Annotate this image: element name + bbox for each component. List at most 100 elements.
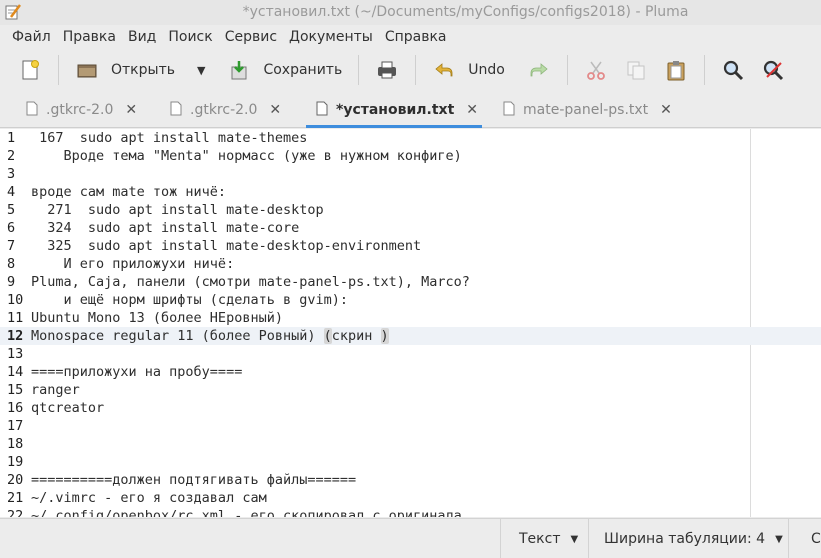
- line-number: 5: [7, 202, 16, 218]
- close-tab-icon[interactable]: ✕: [269, 102, 281, 118]
- cursor-position-label: С: [811, 531, 821, 547]
- close-tab-icon[interactable]: ✕: [125, 102, 137, 118]
- copy-icon: [624, 58, 648, 82]
- tab-gtkrc-2[interactable]: .gtkrc-2.0 ✕: [170, 92, 281, 128]
- tab-label: .gtkrc-2.0: [190, 102, 258, 118]
- line-text: qtcreator: [31, 400, 105, 416]
- menu-tools[interactable]: Сервис: [219, 25, 283, 49]
- editor-line: 3: [0, 165, 821, 183]
- new-document-button[interactable]: [10, 52, 50, 88]
- tab-mate-panel-ps[interactable]: mate-panel-ps.txt ✕: [503, 92, 672, 128]
- editor-line: 20 ==========должен подтягивать файлы====…: [0, 471, 821, 489]
- editor-line: 10 и ещё норм шрифты (сделать в gvim):: [0, 291, 821, 309]
- toolbar-separator: [58, 55, 59, 85]
- chevron-down-icon: ▼: [196, 63, 206, 77]
- open-button[interactable]: Открыть: [67, 52, 183, 88]
- editor-line: 21 ~/.vimrc - его я создавал сам: [0, 489, 821, 507]
- tab-label: mate-panel-ps.txt: [523, 102, 649, 118]
- redo-button[interactable]: [519, 52, 559, 88]
- title-bar[interactable]: *установил.txt (~/Documents/myConfigs/co…: [0, 0, 821, 25]
- active-tab-indicator: [306, 125, 482, 128]
- menu-help[interactable]: Справка: [379, 25, 453, 49]
- chevron-down-icon: ▼: [570, 533, 579, 545]
- menu-bar: Файл Правка Вид Поиск Сервис Документы С…: [0, 25, 821, 49]
- document-icon: [170, 101, 182, 120]
- line-number: 11: [7, 310, 24, 326]
- replace-button[interactable]: [753, 52, 793, 88]
- save-label: Сохранить: [263, 62, 343, 78]
- tab-width-label: Ширина табуляции: 4: [604, 531, 766, 547]
- cut-button[interactable]: [576, 52, 616, 88]
- line-text: и ещё норм шрифты (сделать в gvim):: [31, 292, 348, 308]
- editor-line: 6 324 sudo apt install mate-core: [0, 219, 821, 237]
- document-icon: [316, 101, 328, 120]
- editor-line: 8 И его приложухи ничё:: [0, 255, 821, 273]
- menu-edit[interactable]: Правка: [57, 25, 122, 49]
- line-text: вроде сам mate тож ничё:: [31, 184, 227, 200]
- text-editor[interactable]: 1 167 sudo apt install mate-themes 2 Вро…: [0, 129, 821, 517]
- toolbar-separator: [415, 55, 417, 85]
- paste-button[interactable]: [656, 52, 696, 88]
- open-recent-dropdown[interactable]: ▼: [183, 52, 219, 88]
- line-number: 2: [7, 148, 16, 164]
- line-number: 13: [7, 346, 24, 362]
- copy-button[interactable]: [616, 52, 656, 88]
- line-number: 10: [7, 292, 24, 308]
- tab-label: .gtkrc-2.0: [46, 102, 114, 118]
- status-bar: Текст ▼ Ширина табуляции: 4 ▼ С: [0, 518, 821, 558]
- find-button[interactable]: [713, 52, 753, 88]
- line-number: 12: [7, 328, 24, 344]
- line-text: Pluma, Caja, панели (смотри mate-panel-p…: [31, 274, 470, 290]
- line-text: ====приложухи на пробу====: [31, 364, 243, 380]
- editor-line: 9 Pluma, Caja, панели (смотри mate-panel-…: [0, 273, 821, 291]
- matched-bracket-close: ): [380, 328, 389, 344]
- close-tab-icon[interactable]: ✕: [660, 102, 672, 118]
- toolbar: Открыть ▼ Сохранить Undo: [0, 49, 821, 91]
- syntax-mode-dropdown[interactable]: Текст ▼: [500, 519, 588, 558]
- editor-current-line: 12 Monospace regular 11 (более Ровный) (с…: [0, 327, 821, 345]
- open-folder-icon: [75, 58, 99, 82]
- line-text-main: Monospace regular 11 (более Ровный): [31, 328, 324, 344]
- line-number: 15: [7, 382, 24, 398]
- tab-ustanovil[interactable]: *установил.txt ✕: [306, 92, 482, 128]
- menu-view[interactable]: Вид: [122, 25, 162, 49]
- editor-line: 15 ranger: [0, 381, 821, 399]
- scissors-icon: [584, 58, 608, 82]
- line-text-after-bracket: скрин: [331, 328, 381, 344]
- menu-documents[interactable]: Документы: [283, 25, 379, 49]
- tab-width-dropdown[interactable]: Ширина табуляции: 4 ▼: [588, 519, 788, 558]
- document-tabs: .gtkrc-2.0 ✕ .gtkrc-2.0 ✕ *установил.txt…: [0, 92, 821, 128]
- line-number: 22: [7, 508, 24, 517]
- chevron-down-icon: ▼: [775, 533, 783, 545]
- tab-gtkrc-1[interactable]: .gtkrc-2.0 ✕: [26, 92, 137, 128]
- line-text: 325 sudo apt install mate-desktop-enviro…: [31, 238, 422, 254]
- save-button[interactable]: Сохранить: [219, 52, 350, 88]
- printer-icon: [375, 58, 399, 82]
- print-button[interactable]: [367, 52, 407, 88]
- tab-label: *установил.txt: [336, 102, 455, 118]
- line-number: 7: [7, 238, 16, 254]
- editor-line: 13: [0, 345, 821, 363]
- editor-line: 19: [0, 453, 821, 471]
- line-number: 18: [7, 436, 24, 452]
- toolbar-separator: [358, 55, 360, 85]
- undo-button[interactable]: Undo: [424, 52, 513, 88]
- line-text: ==========должен подтягивать файлы======: [31, 472, 357, 488]
- save-icon: [227, 58, 251, 82]
- close-tab-icon[interactable]: ✕: [466, 102, 478, 118]
- line-number: 20: [7, 472, 24, 488]
- line-number: 17: [7, 418, 24, 434]
- undo-label: Undo: [468, 62, 505, 78]
- open-label: Открыть: [111, 62, 175, 78]
- editor-line: 18: [0, 435, 821, 453]
- editor-line: 5 271 sudo apt install mate-desktop: [0, 201, 821, 219]
- editor-line: 11 Ubuntu Mono 13 (более НЕровный): [0, 309, 821, 327]
- editor-line: 7 325 sudo apt install mate-desktop-envi…: [0, 237, 821, 255]
- line-text: ranger: [31, 382, 80, 398]
- menu-search[interactable]: Поиск: [162, 25, 218, 49]
- menu-file[interactable]: Файл: [6, 25, 57, 49]
- editor-line: 22 ~/.config/openbox/rc.xml - его скопиро…: [0, 507, 821, 517]
- editor-line: 2 Вроде тема "Menta" нормасс (уже в нужн…: [0, 147, 821, 165]
- line-text: 324 sudo apt install mate-core: [31, 220, 300, 236]
- line-number: 8: [7, 256, 16, 272]
